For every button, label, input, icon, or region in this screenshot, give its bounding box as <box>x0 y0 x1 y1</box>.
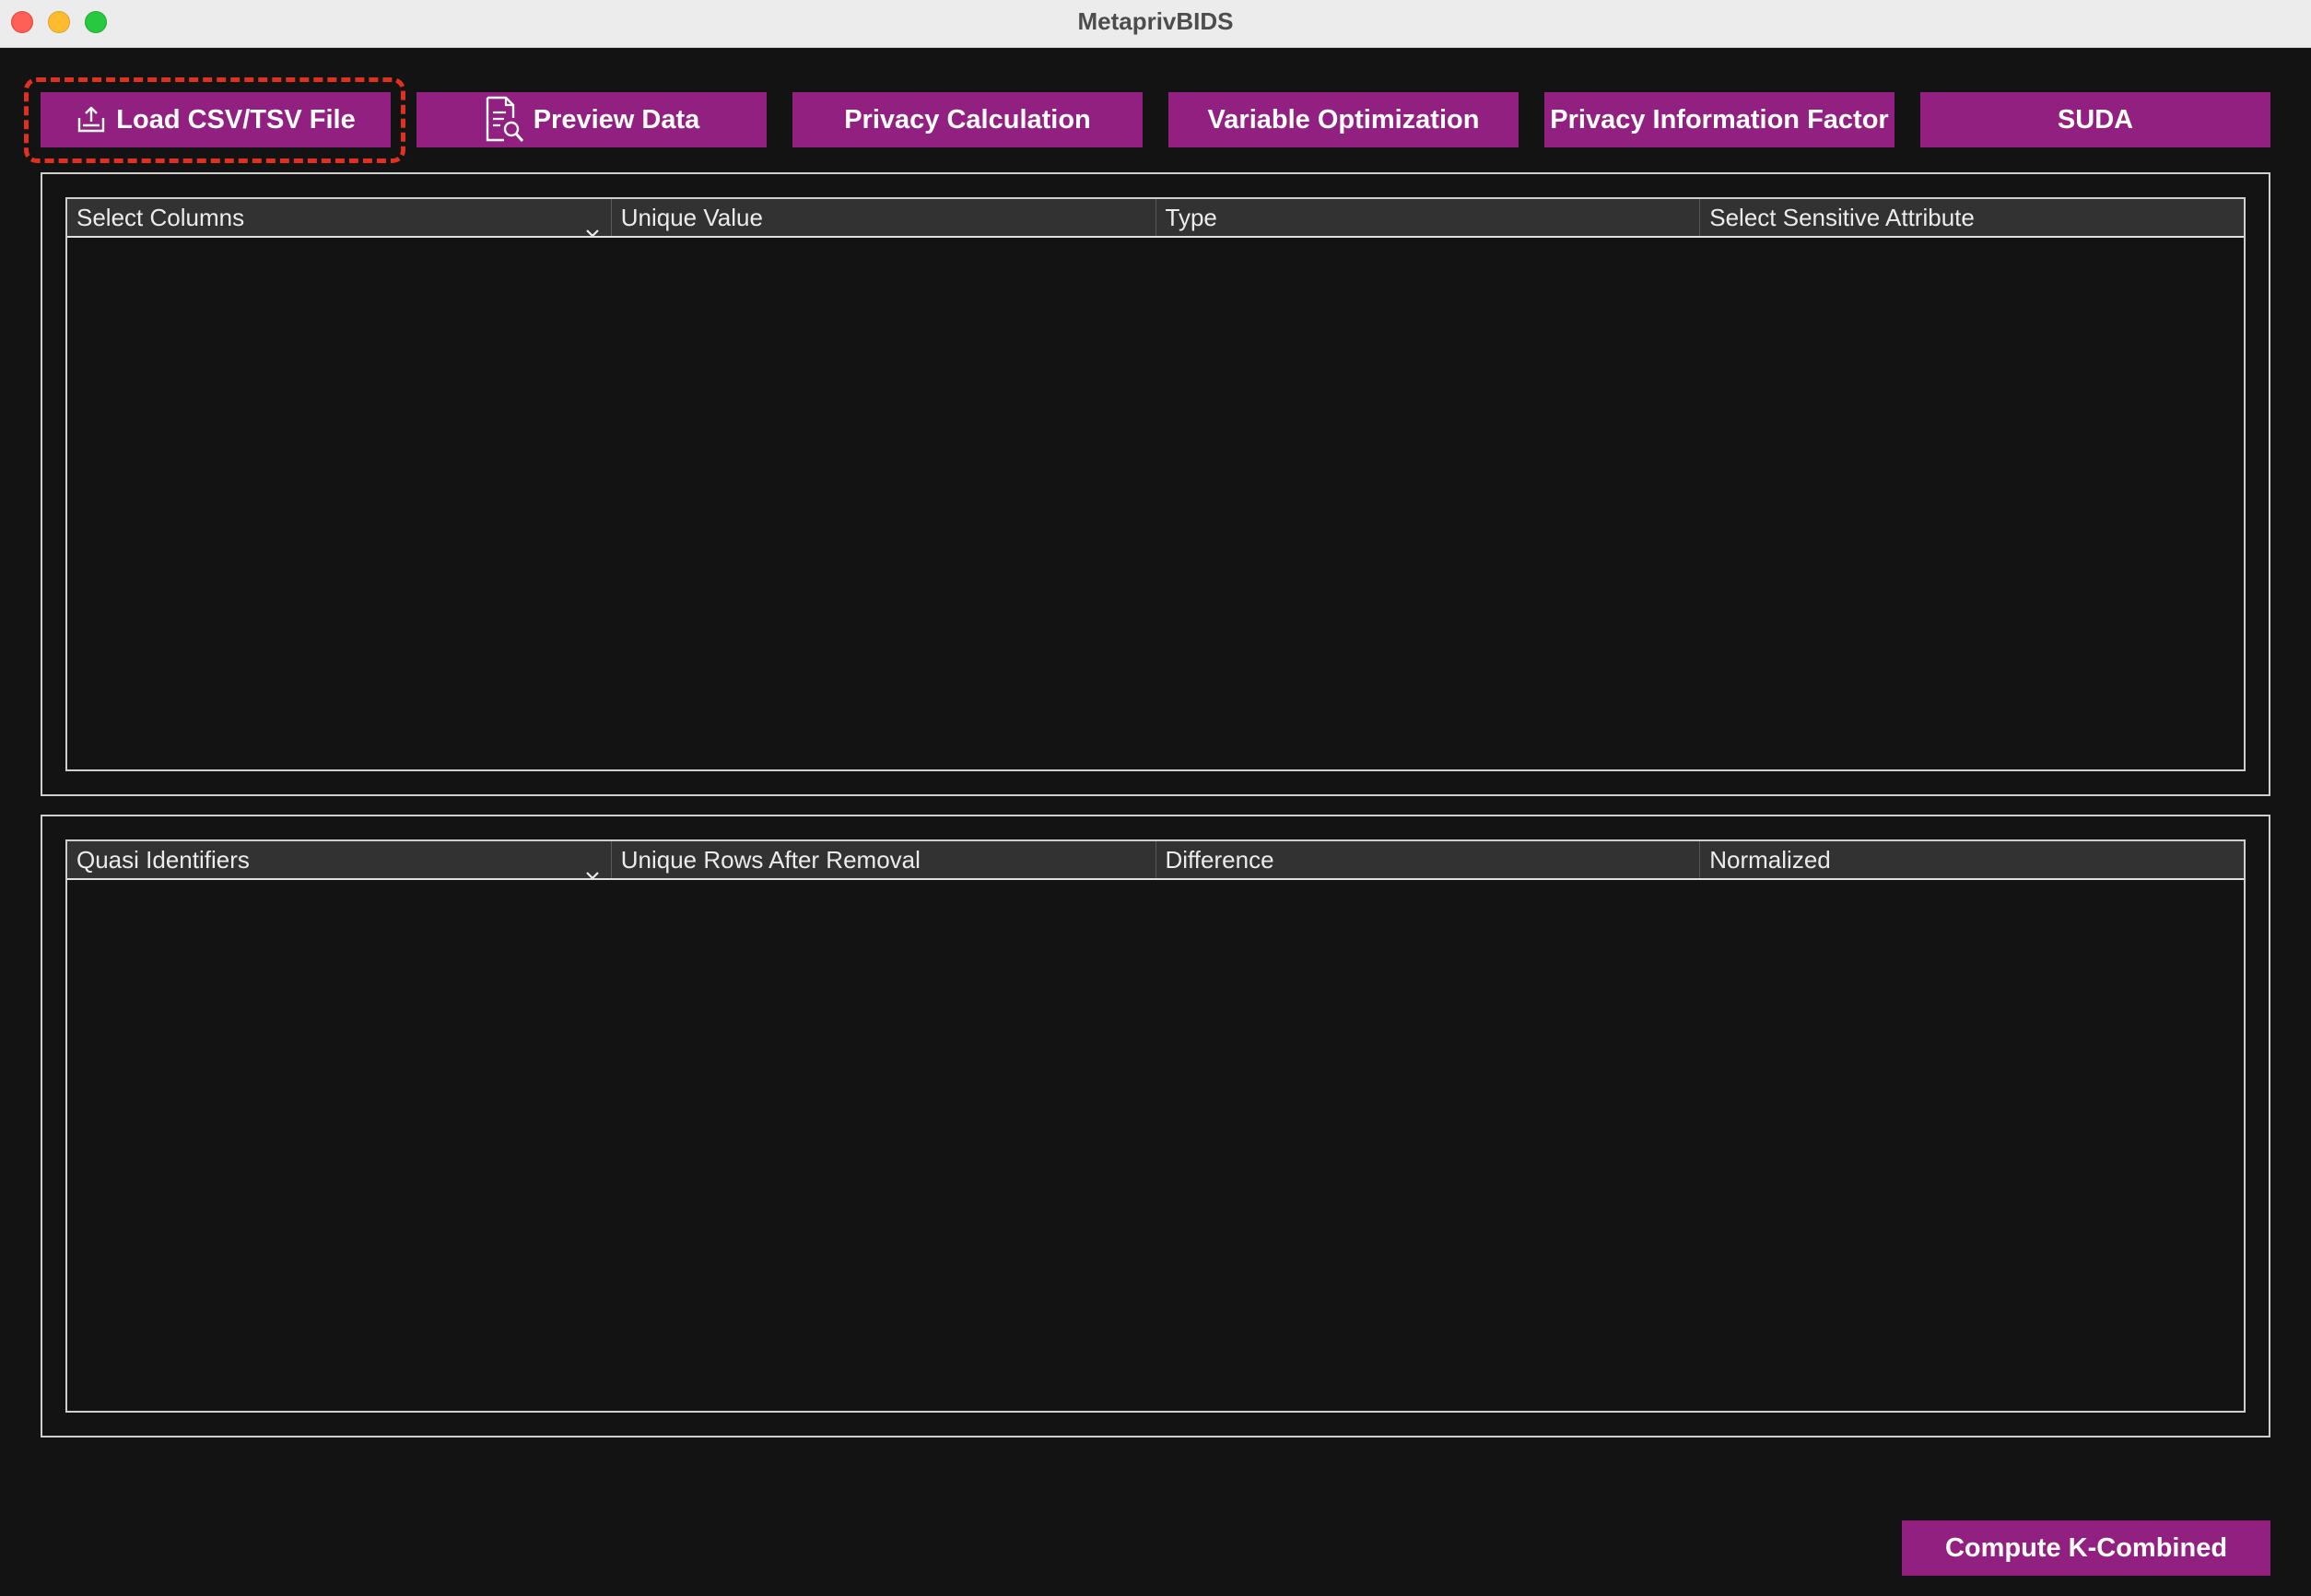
columns-table-header: Select Columns Unique Value Type Select … <box>67 199 2244 238</box>
load-csv-tsv-label: Load CSV/TSV File <box>116 104 356 135</box>
quasi-identifiers-table-header: Quasi Identifiers Unique Rows After Remo… <box>67 841 2244 880</box>
quasi-identifiers-table[interactable]: Quasi Identifiers Unique Rows After Remo… <box>65 839 2246 1413</box>
chevron-down-icon[interactable] <box>585 854 600 878</box>
header-unique-value[interactable]: Unique Value <box>612 199 1156 236</box>
document-search-icon <box>484 96 524 144</box>
preview-data-button[interactable]: Preview Data <box>416 92 767 147</box>
header-select-sensitive-attribute[interactable]: Select Sensitive Attribute <box>1700 199 2244 236</box>
load-csv-tsv-button[interactable]: Load CSV/TSV File <box>41 92 391 147</box>
privacy-information-factor-button[interactable]: Privacy Information Factor <box>1544 92 1895 147</box>
header-normalized[interactable]: Normalized <box>1700 841 2244 878</box>
header-quasi-identifiers[interactable]: Quasi Identifiers <box>67 841 612 878</box>
header-select-columns[interactable]: Select Columns <box>67 199 612 236</box>
preview-data-label: Preview Data <box>533 104 700 135</box>
quasi-identifiers-panel: Quasi Identifiers Unique Rows After Remo… <box>41 815 2270 1438</box>
title-bar: MetaprivBIDS <box>0 0 2311 48</box>
variable-optimization-button[interactable]: Variable Optimization <box>1168 92 1519 147</box>
columns-panel: Select Columns Unique Value Type Select … <box>41 172 2270 796</box>
privacy-calculation-button[interactable]: Privacy Calculation <box>792 92 1143 147</box>
suda-button[interactable]: SUDA <box>1920 92 2270 147</box>
header-difference[interactable]: Difference <box>1156 841 1701 878</box>
upload-icon <box>76 105 107 135</box>
compute-k-combined-button[interactable]: Compute K-Combined <box>1902 1520 2270 1576</box>
header-type[interactable]: Type <box>1156 199 1701 236</box>
chevron-down-icon[interactable] <box>585 212 600 236</box>
window-title: MetaprivBIDS <box>1077 7 1234 35</box>
header-unique-rows-after-removal[interactable]: Unique Rows After Removal <box>612 841 1156 878</box>
columns-table[interactable]: Select Columns Unique Value Type Select … <box>65 197 2246 771</box>
